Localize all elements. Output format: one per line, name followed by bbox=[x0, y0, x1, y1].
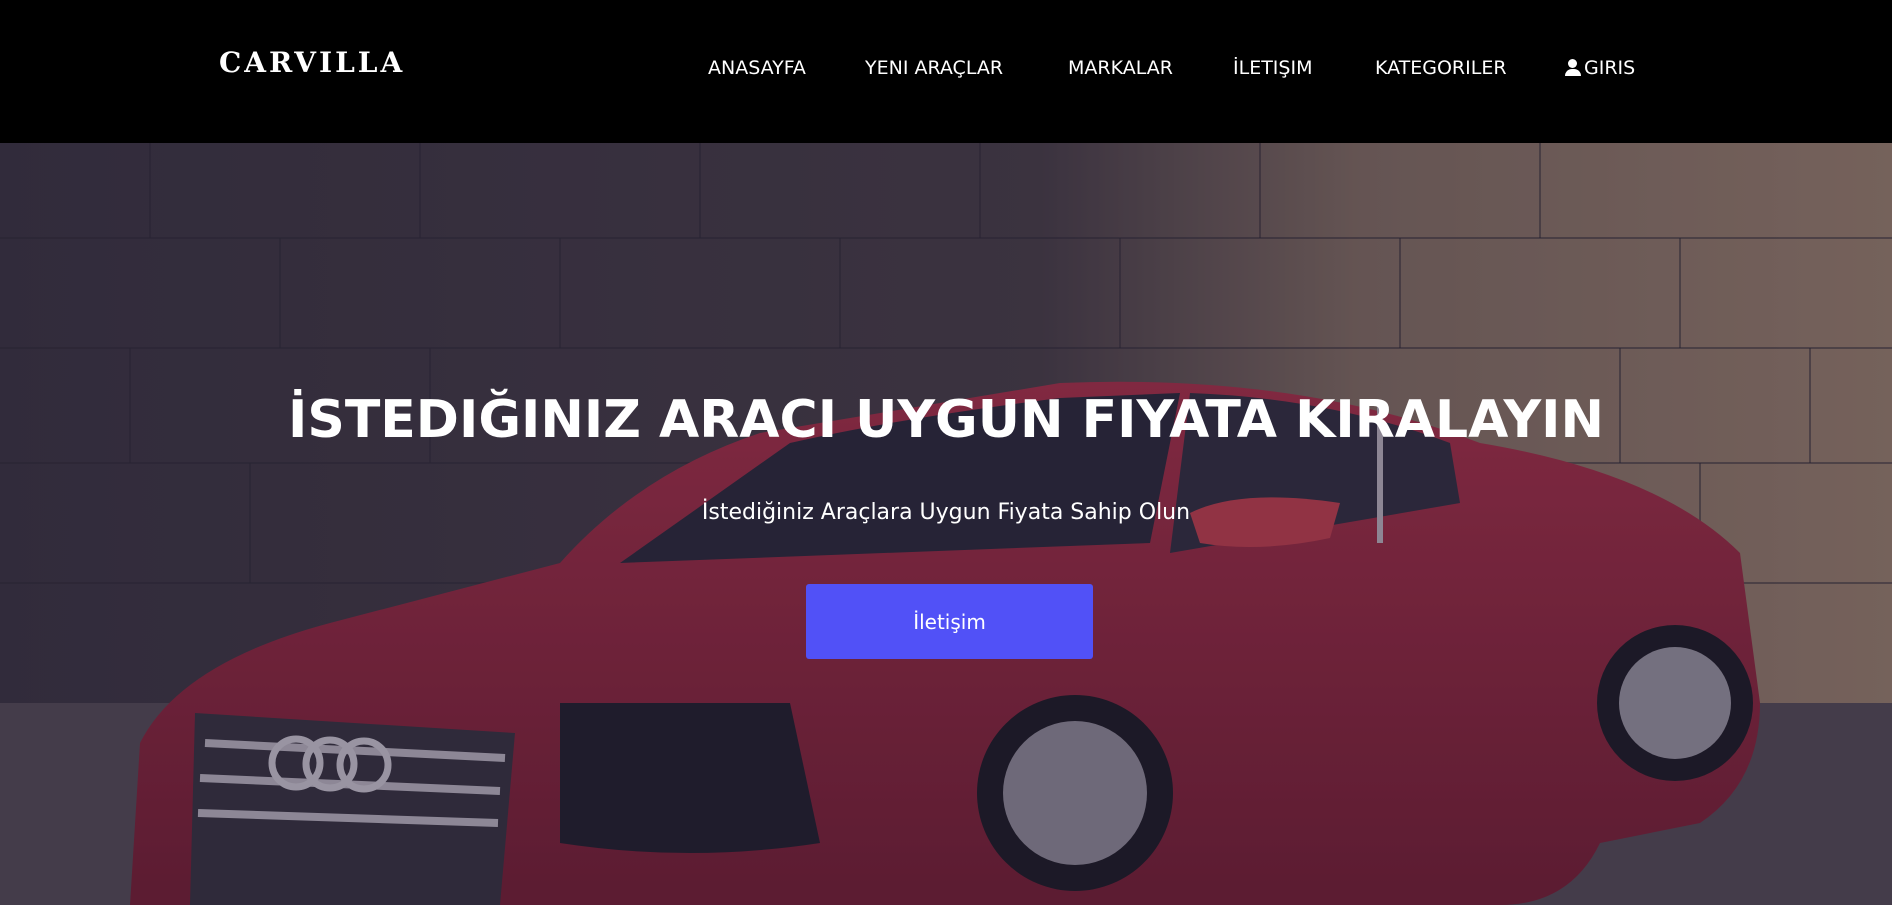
user-icon bbox=[1564, 58, 1582, 78]
nav-item-yeni-araclar[interactable]: YENI ARAÇLAR bbox=[865, 57, 1003, 79]
nav-item-kategoriler[interactable]: KATEGORILER bbox=[1375, 57, 1507, 79]
login-link[interactable]: GIRIS bbox=[1564, 57, 1635, 79]
hero-title: İSTEDIĞINIZ ARACI UYGUN FIYATA KIRALAYIN bbox=[288, 389, 1604, 450]
login-label: GIRIS bbox=[1584, 57, 1636, 79]
nav-item-iletisim[interactable]: İLETIŞIM bbox=[1233, 57, 1312, 79]
hero-subtitle: İstediğiniz Araçlara Uygun Fiyata Sahip … bbox=[701, 500, 1191, 525]
nav-item-markalar[interactable]: MARKALAR bbox=[1068, 57, 1173, 79]
contact-button[interactable]: İletişim bbox=[806, 584, 1093, 659]
hero-section: İSTEDIĞINIZ ARACI UYGUN FIYATA KIRALAYIN… bbox=[0, 143, 1892, 905]
top-navbar: CARVILLA ANASAYFA YENI ARAÇLAR MARKALAR … bbox=[0, 0, 1892, 143]
brand-logo[interactable]: CARVILLA bbox=[219, 46, 405, 79]
nav-item-anasayfa[interactable]: ANASAYFA bbox=[708, 57, 806, 79]
